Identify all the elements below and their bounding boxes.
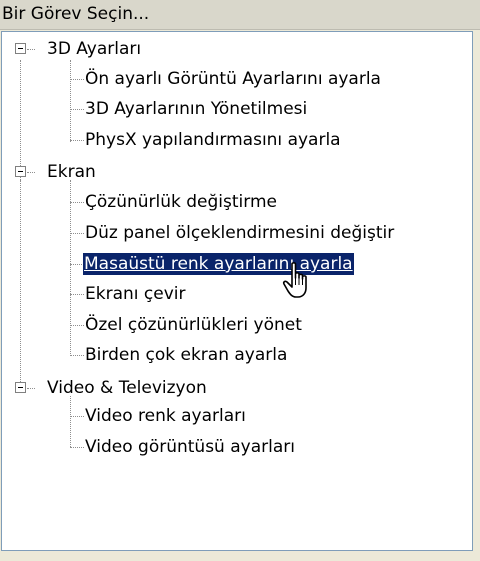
tree-item-video-image[interactable]: Video görüntüsü ayarları	[84, 436, 296, 458]
tree-line	[70, 416, 84, 417]
minus-box-icon[interactable]	[15, 166, 26, 177]
tree-line	[70, 79, 84, 80]
tree-item-video-color[interactable]: Video renk ayarları	[84, 405, 247, 427]
tree-line	[70, 60, 71, 142]
task-tree[interactable]: 3D Ayarları Ön ayarlı Görüntü Ayarlarını…	[2, 32, 472, 550]
tree-item-manage-3d-settings[interactable]: 3D Ayarlarının Yönetilmesi	[84, 98, 308, 120]
tree-item-multiple-displays[interactable]: Birden çok ekran ayarla	[84, 344, 288, 366]
tree-line	[70, 447, 84, 448]
minus-box-icon[interactable]	[15, 43, 26, 54]
tree-line	[70, 202, 84, 203]
tree-item-preset-image-settings[interactable]: Ön ayarlı Görüntü Ayarlarını ayarla	[84, 68, 382, 90]
tree-line	[70, 180, 71, 356]
tree-line	[70, 294, 84, 295]
tree-group-3d-settings[interactable]: 3D Ayarları	[46, 38, 142, 60]
tree-line	[70, 109, 84, 110]
tree-line	[70, 264, 84, 265]
tree-line	[27, 388, 35, 389]
tree-line	[20, 180, 21, 382]
tree-item-custom-resolutions[interactable]: Özel çözünürlükleri yönet	[84, 314, 303, 336]
task-tree-panel[interactable]: 3D Ayarları Ön ayarlı Görüntü Ayarlarını…	[1, 31, 473, 551]
tree-item-flat-panel-scaling[interactable]: Düz panel ölçeklendirmesini değiştir	[84, 222, 395, 244]
hand-pointer-icon	[282, 262, 307, 298]
header-title: Bir Görev Seçin...	[2, 4, 150, 24]
tree-item-physx-config[interactable]: PhysX yapılandırmasını ayarla	[84, 129, 342, 151]
tree-line	[70, 355, 84, 356]
tree-line	[70, 396, 71, 447]
minus-box-icon[interactable]	[15, 382, 26, 393]
bottom-strip	[0, 551, 480, 561]
tree-item-change-resolution[interactable]: Çözünürlük değiştirme	[84, 191, 278, 213]
tree-line	[70, 325, 84, 326]
tree-line	[27, 172, 35, 173]
tree-group-display[interactable]: Ekran	[46, 161, 97, 183]
tree-line	[70, 140, 84, 141]
task-header: Bir Görev Seçin...	[0, 0, 480, 30]
tree-line	[70, 233, 84, 234]
tree-item-rotate-display[interactable]: Ekranı çevir	[84, 283, 186, 305]
tree-line	[27, 49, 35, 50]
